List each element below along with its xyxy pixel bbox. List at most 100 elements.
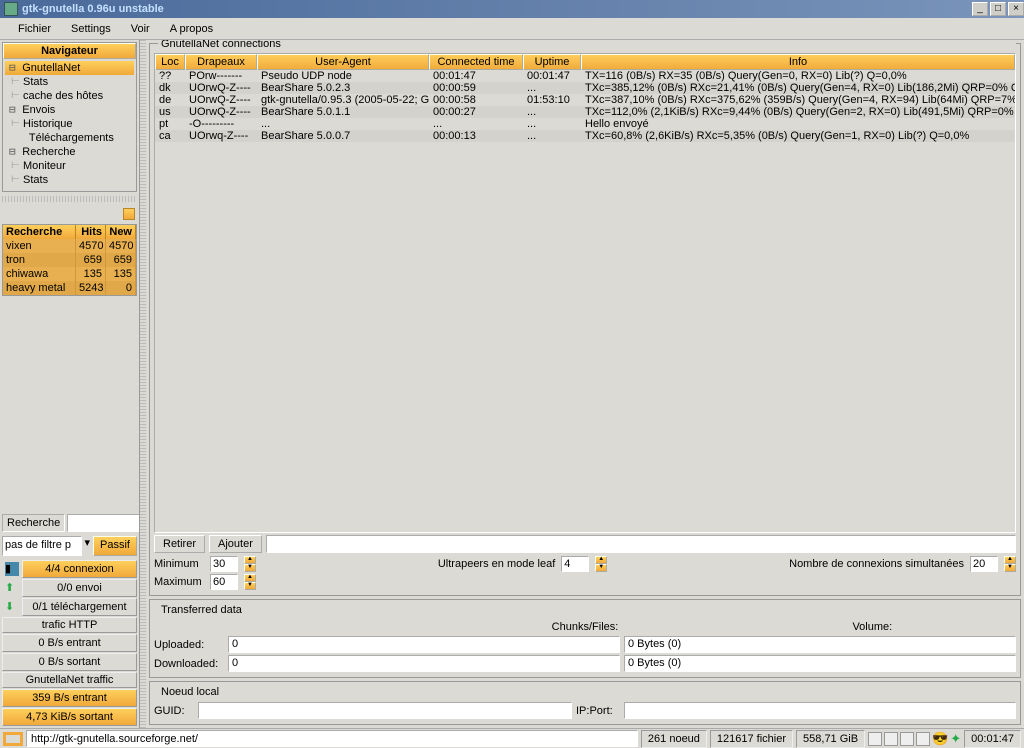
remove-button[interactable]: Retirer bbox=[154, 535, 205, 553]
ultrapeers-spinner[interactable]: ▲▼ bbox=[595, 556, 607, 572]
add-host-input[interactable] bbox=[266, 535, 1016, 553]
menu-settings[interactable]: Settings bbox=[61, 20, 121, 38]
stat-http-out: 0 B/s sortant bbox=[2, 653, 137, 671]
search-col-new[interactable]: New bbox=[106, 225, 136, 239]
col-uptime[interactable]: Uptime bbox=[523, 54, 581, 70]
star-icon: ✦ bbox=[950, 731, 961, 747]
min-spinner[interactable]: ▲▼ bbox=[244, 556, 256, 572]
simul-input[interactable] bbox=[970, 556, 998, 572]
connection-row[interactable]: usUOrwQ-Z----BearShare 5.0.1.100:00:27..… bbox=[155, 106, 1015, 118]
simul-spinner[interactable]: ▲▼ bbox=[1004, 556, 1016, 572]
status-icon bbox=[884, 732, 898, 746]
nav-downloads[interactable]: Téléchargements bbox=[5, 131, 134, 145]
nav-uploads[interactable]: ⊟ Envois bbox=[5, 103, 134, 117]
connection-row[interactable]: pt-O---------.........Hello envoyé bbox=[155, 118, 1015, 130]
status-url: http://gtk-gnutella.sourceforge.net/ bbox=[26, 730, 638, 747]
stat-downloads: 0/1 téléchargement bbox=[22, 598, 137, 616]
nav-search-stats[interactable]: Stats bbox=[5, 173, 134, 187]
volume-header: Volume: bbox=[729, 619, 1016, 635]
stat-connections: 4/4 connexion bbox=[22, 560, 137, 578]
connection-row[interactable]: deUOrwQ-Z----gtk-gnutella/0.95.3 (2005-0… bbox=[155, 94, 1015, 106]
stat-gnet-title: GnutellaNet traffic bbox=[2, 672, 137, 688]
collapse-icon[interactable] bbox=[123, 208, 135, 220]
max-label: Maximum bbox=[154, 576, 204, 588]
status-clock: 00:01:47 bbox=[964, 730, 1021, 748]
status-icons: 😎 ✦ bbox=[868, 731, 961, 747]
statusbar: http://gtk-gnutella.sourceforge.net/ 261… bbox=[0, 728, 1024, 748]
minimize-button[interactable]: _ bbox=[972, 2, 988, 16]
connection-icon: ▮ bbox=[5, 562, 19, 576]
status-icon bbox=[916, 732, 930, 746]
col-loc[interactable]: Loc bbox=[155, 54, 185, 70]
ipport-label: IP:Port: bbox=[576, 705, 620, 717]
transfer-group: Transferred data Chunks/Files: Volume: U… bbox=[149, 599, 1021, 678]
search-col-hits[interactable]: Hits bbox=[76, 225, 106, 239]
guid-label: GUID: bbox=[154, 705, 194, 717]
search-input[interactable] bbox=[67, 514, 140, 532]
maximize-button[interactable]: □ bbox=[990, 2, 1006, 16]
search-row[interactable]: heavy metal52430 bbox=[3, 281, 136, 295]
connections-frame: GnutellaNet connections Loc Drapeaux Use… bbox=[149, 43, 1021, 596]
ipport-field bbox=[624, 702, 1016, 719]
connection-row[interactable]: dkUOrwQ-Z----BearShare 5.0.2.300:00:59..… bbox=[155, 82, 1015, 94]
status-size: 558,71 GiB bbox=[796, 730, 865, 748]
status-icon bbox=[900, 732, 914, 746]
local-node-title: Noeud local bbox=[158, 686, 222, 698]
max-input[interactable] bbox=[210, 574, 238, 590]
menu-about[interactable]: A propos bbox=[160, 20, 223, 38]
nav-uploads-history[interactable]: Historique bbox=[5, 117, 134, 131]
add-button[interactable]: Ajouter bbox=[209, 535, 262, 553]
search-row[interactable]: vixen45704570 bbox=[3, 239, 136, 253]
chunks-header: Chunks/Files: bbox=[441, 619, 728, 635]
nav-search[interactable]: ⊟ Recherche bbox=[5, 145, 134, 159]
passive-button[interactable]: Passif bbox=[93, 536, 137, 556]
col-user-agent[interactable]: User-Agent bbox=[257, 54, 429, 70]
filter-dropdown-button[interactable]: ▾ bbox=[85, 536, 91, 556]
connection-row[interactable]: ??POrw-------Pseudo UDP node00:01:4700:0… bbox=[155, 70, 1015, 82]
search-label: Recherche bbox=[2, 514, 65, 532]
nav-gnet-stats[interactable]: Stats bbox=[5, 75, 134, 89]
uploaded-label: Uploaded: bbox=[154, 639, 224, 651]
uploaded-chunks: 0 bbox=[228, 636, 620, 653]
search-col-name[interactable]: Recherche bbox=[3, 225, 76, 239]
simul-label: Nombre de connexions simultanées bbox=[789, 558, 964, 570]
connections-table: Loc Drapeaux User-Agent Connected time U… bbox=[154, 53, 1016, 533]
search-bar: Recherche ▾ bbox=[2, 512, 137, 534]
splitter-horizontal[interactable] bbox=[2, 196, 137, 202]
menu-file[interactable]: Fichier bbox=[8, 20, 61, 38]
filter-select[interactable]: pas de filtre p bbox=[2, 536, 82, 556]
menubar: Fichier Settings Voir A propos bbox=[0, 18, 1024, 40]
col-connected-time[interactable]: Connected time bbox=[429, 54, 523, 70]
max-spinner[interactable]: ▲▼ bbox=[244, 574, 256, 590]
upload-icon: ⬆ bbox=[5, 581, 19, 595]
search-row[interactable]: tron659659 bbox=[3, 253, 136, 267]
status-files: 121617 fichier bbox=[710, 730, 793, 748]
stat-gnet-in: 359 B/s entrant bbox=[2, 689, 137, 707]
connection-row[interactable]: caUOrwq-Z----BearShare 5.0.0.700:00:13..… bbox=[155, 130, 1015, 142]
close-button[interactable]: × bbox=[1008, 2, 1024, 16]
status-icon bbox=[868, 732, 882, 746]
connection-buttons: Retirer Ajouter bbox=[154, 533, 1016, 555]
app-icon bbox=[4, 2, 18, 16]
downloaded-label: Downloaded: bbox=[154, 658, 224, 670]
nav-search-monitor[interactable]: Moniteur bbox=[5, 159, 134, 173]
main-pane: GnutellaNet connections Loc Drapeaux Use… bbox=[146, 40, 1024, 728]
nav-gnet-cache[interactable]: cache des hôtes bbox=[5, 89, 134, 103]
menu-view[interactable]: Voir bbox=[121, 20, 160, 38]
stat-gnet-out: 4,73 KiB/s sortant bbox=[2, 708, 137, 726]
navigator-tree: ⊟ GnutellaNet Stats cache des hôtes ⊟ En… bbox=[3, 59, 136, 191]
ultrapeers-label: Ultrapeers en mode leaf bbox=[438, 558, 555, 570]
uploaded-volume: 0 Bytes (0) bbox=[624, 636, 1016, 653]
col-flags[interactable]: Drapeaux bbox=[185, 54, 257, 70]
stat-http-title: trafic HTTP bbox=[2, 617, 137, 633]
search-row[interactable]: chiwawa135135 bbox=[3, 267, 136, 281]
navigator-panel: Navigateur ⊟ GnutellaNet Stats cache des… bbox=[2, 42, 137, 192]
side-stats: ▮4/4 connexion ⬆0/0 envoi ⬇0/1 télécharg… bbox=[2, 560, 137, 726]
min-input[interactable] bbox=[210, 556, 238, 572]
download-icon: ⬇ bbox=[5, 600, 19, 614]
ultrapeers-input[interactable] bbox=[561, 556, 589, 572]
transfer-title: Transferred data bbox=[158, 604, 245, 616]
search-list: Recherche Hits New vixen45704570 tron659… bbox=[2, 224, 137, 296]
col-info[interactable]: Info bbox=[581, 54, 1015, 70]
nav-gnutellanet[interactable]: ⊟ GnutellaNet bbox=[5, 61, 134, 75]
